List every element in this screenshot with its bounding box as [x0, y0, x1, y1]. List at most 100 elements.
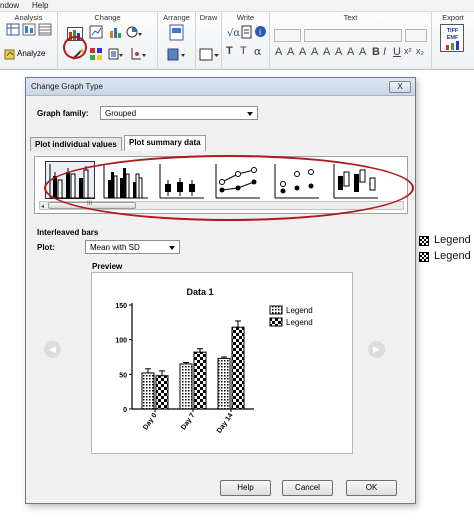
write-group: Write √α i T T α: [222, 12, 270, 70]
subscript-icon[interactable]: x₂: [416, 46, 424, 56]
data-sheet-icon[interactable]: [38, 23, 52, 36]
font-color-icon[interactable]: A: [299, 46, 306, 58]
text-shadow-icon[interactable]: A: [335, 46, 342, 58]
annotation-circle-change-graph: [63, 36, 87, 59]
plot-select[interactable]: Mean with SD: [85, 240, 180, 254]
graph-thumb-grouped-bars[interactable]: [99, 161, 149, 199]
graph-family-value: Grouped: [105, 109, 137, 118]
style-dropdown-icon[interactable]: [108, 47, 124, 61]
preview-label: Preview: [92, 262, 123, 271]
document-icon[interactable]: [241, 25, 253, 39]
gallery-scrollbar[interactable]: ◂ III: [39, 201, 404, 210]
analyze-icon[interactable]: [4, 48, 16, 60]
background-legend-label: Legend: [434, 234, 471, 246]
cancel-button[interactable]: Cancel: [282, 480, 333, 496]
menu-item-help[interactable]: Help: [32, 1, 48, 10]
info-icon[interactable]: i: [254, 25, 267, 38]
scroll-grip: III: [87, 201, 93, 207]
greek-alpha-icon[interactable]: α: [254, 45, 261, 58]
graph-thumb-line-points[interactable]: [211, 161, 261, 199]
text-group-title: Text: [343, 13, 358, 22]
font-name-input[interactable]: [274, 29, 301, 42]
increase-font-icon[interactable]: A: [275, 46, 282, 58]
align-dropdown-icon[interactable]: [167, 48, 187, 62]
color-scheme-icon[interactable]: [89, 47, 103, 61]
italic-icon[interactable]: I: [383, 46, 386, 58]
text-case-icon[interactable]: A: [323, 46, 330, 58]
y-tick-label: 50: [119, 372, 127, 379]
font-size-input[interactable]: [304, 29, 402, 42]
toolbar-ribbon: Analysis Analyze Change Arrange Draw Wri…: [0, 12, 474, 70]
table-analyze-icon[interactable]: [6, 23, 20, 36]
graph-thumb-separated-bars[interactable]: [155, 161, 205, 199]
text-box-icon[interactable]: T: [240, 45, 247, 57]
svg-text:√α: √α: [227, 28, 240, 39]
axes-dropdown-icon[interactable]: [130, 47, 146, 61]
tab-plot-summary-data[interactable]: Plot summary data: [124, 135, 206, 151]
bar: [193, 351, 207, 410]
help-button[interactable]: Help: [220, 480, 271, 496]
arrange-group: Arrange: [158, 12, 196, 70]
export-badge-text: TIFF EMF: [446, 28, 459, 41]
x-tick-label: Day 7: [180, 412, 197, 431]
bar: [231, 326, 245, 410]
x-tick-label: Day 14: [216, 412, 235, 435]
text-effects-icon[interactable]: A: [359, 46, 366, 58]
text-outline-icon[interactable]: A: [347, 46, 354, 58]
pie-chart-dropdown-icon[interactable]: [126, 25, 142, 39]
superscript-icon[interactable]: x²: [404, 46, 412, 56]
insert-column-icon[interactable]: [22, 23, 36, 36]
y-tick-label: 0: [123, 407, 127, 414]
menu-item-window[interactable]: ndow: [0, 1, 19, 10]
x-tick-label: Day 0: [142, 412, 159, 431]
write-group-title: Write: [236, 13, 255, 22]
shape-dropdown-icon[interactable]: [199, 48, 221, 62]
bold-icon[interactable]: B: [372, 46, 380, 58]
ok-button[interactable]: OK: [346, 480, 397, 496]
scroll-left-icon[interactable]: ◂: [41, 203, 44, 210]
analysis-group: Analysis Analyze: [0, 12, 58, 70]
change-group-title: Change: [94, 13, 121, 22]
arrange-group-title: Arrange: [163, 13, 190, 22]
font-style-input[interactable]: [405, 29, 427, 42]
y-tick-label: 150: [115, 303, 127, 310]
legend-label: Legend: [286, 306, 313, 315]
graph-format-icon[interactable]: [89, 25, 103, 39]
export-group: Export TIFF EMF: [432, 12, 474, 70]
menu-bar: ndow Help: [0, 0, 474, 12]
legend-label: Legend: [286, 318, 313, 327]
graph-thumb-floating-bars[interactable]: [329, 161, 379, 199]
plot-value: Mean with SD: [90, 243, 140, 252]
chevron-down-icon: [169, 246, 175, 250]
scrollbar-thumb[interactable]: III: [48, 201, 136, 209]
bar: [155, 375, 169, 410]
tab-plot-individual-values[interactable]: Plot individual values: [30, 137, 122, 151]
export-file-icon[interactable]: TIFF EMF: [440, 24, 464, 52]
change-graph-type-dialog: Change Graph Type X Graph family: Groupe…: [25, 77, 416, 504]
equation-icon[interactable]: √α: [226, 25, 240, 39]
y-tick-label: 100: [115, 338, 127, 345]
text-tool-icon[interactable]: T: [226, 45, 233, 57]
next-arrow-icon[interactable]: ▶: [368, 341, 385, 358]
dialog-title-bar[interactable]: Change Graph Type X: [26, 78, 415, 96]
underline-icon[interactable]: U: [393, 46, 401, 58]
background-legend-swatch: [419, 252, 429, 262]
graph-type-gallery: ◂ III: [34, 156, 408, 214]
bar: [141, 372, 155, 410]
analyze-button[interactable]: Analyze: [17, 49, 45, 58]
text-group: Text A A A A A A A A B I U x² x₂: [270, 12, 432, 70]
graph-family-select[interactable]: Grouped: [100, 106, 258, 120]
background-legend-label: Legend: [434, 250, 471, 262]
highlight-color-icon[interactable]: A: [311, 46, 318, 58]
bar-chart-icon[interactable]: [108, 25, 122, 39]
export-graph-icon: [446, 41, 459, 50]
legend-swatch: [269, 305, 283, 315]
graph-thumb-interleaved-bars[interactable]: [45, 161, 95, 199]
decrease-font-icon[interactable]: A: [287, 46, 294, 58]
plot-label: Plot:: [37, 243, 55, 252]
graph-thumb-points[interactable]: [270, 161, 320, 199]
preview-panel: Data 1 0 50 100 150 Day 0 Day 7 Day 14 Legend Le…: [91, 272, 353, 454]
arrange-icon[interactable]: [169, 24, 185, 42]
close-button[interactable]: X: [389, 81, 411, 93]
previous-arrow-icon[interactable]: ◀: [44, 341, 61, 358]
